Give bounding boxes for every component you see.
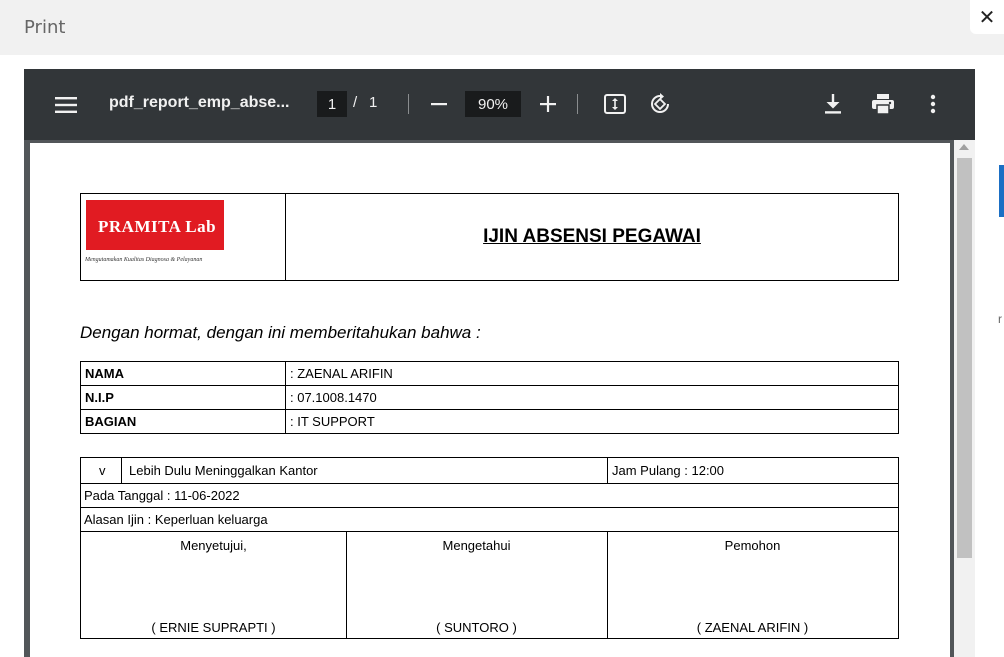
jam-pulang: Jam Pulang : 12:00 [612, 463, 725, 478]
alasan-ijin: Alasan Ijin : Keperluan keluarga [84, 512, 268, 527]
signature-role: Menyetujui, [180, 538, 247, 553]
row-divider [81, 531, 898, 532]
background-strip [975, 55, 1004, 657]
toolbar-divider [577, 94, 578, 114]
toolbar-divider [408, 94, 409, 114]
background-text: r [998, 312, 1002, 326]
table-row: BAGIAN : IT SUPPORT [80, 409, 899, 434]
signature-name: ( SUNTORO ) [436, 620, 517, 635]
more-vert-icon [930, 94, 936, 114]
check-mark: v [99, 463, 106, 478]
leave-type: Lebih Dulu Meninggalkan Kantor [129, 463, 318, 478]
row-divider [81, 507, 898, 508]
fit-page-button[interactable] [602, 91, 628, 117]
employee-info-table: NAMA : ZAENAL ARIFIN N.I.P : 07.1008.147… [80, 361, 899, 434]
pdf-toolbar: pdf_report_emp_abse... 1 / 1 90% [24, 69, 975, 140]
download-icon [825, 94, 841, 114]
plus-icon [540, 96, 556, 112]
info-value: : ZAENAL ARIFIN [285, 361, 899, 386]
info-value: : 07.1008.1470 [285, 385, 899, 410]
close-button[interactable]: ✕ [970, 0, 1004, 34]
pada-tanggal: Pada Tanggal : 11-06-2022 [84, 488, 240, 503]
document-title: IJIN ABSENSI PEGAWAI [483, 226, 701, 247]
signature-role: Pemohon [724, 538, 781, 553]
logo-text: PRAMITA Lab [98, 217, 217, 236]
info-label: NAMA [80, 361, 286, 386]
print-icon [872, 94, 894, 114]
print-dialog-header: Print [0, 0, 1004, 55]
background-accent [999, 165, 1004, 217]
close-icon: ✕ [978, 6, 996, 29]
signature-name: ( ERNIE SUPRAPTI ) [151, 620, 276, 635]
pdf-viewer: pdf_report_emp_abse... 1 / 1 90% PRAMITA… [24, 69, 975, 657]
signature-name: ( ZAENAL ARIFIN ) [696, 620, 809, 635]
row-divider [81, 483, 898, 484]
document-header: PRAMITA Lab Mengutamakan Kualitas Diagno… [80, 193, 899, 281]
document-name: pdf_report_emp_abse... [109, 94, 290, 111]
company-logo: PRAMITA Lab [86, 200, 224, 250]
cell-divider [607, 458, 608, 483]
zoom-in-button[interactable] [535, 91, 561, 117]
menu-icon [55, 97, 77, 113]
scroll-up-icon[interactable] [959, 144, 969, 150]
info-label: N.I.P [80, 385, 286, 410]
signature-role: Mengetahui [442, 538, 511, 553]
zoom-level-input[interactable]: 90% [465, 91, 521, 117]
rotate-icon [651, 93, 669, 113]
leave-detail-box: v Lebih Dulu Meninggalkan Kantor Jam Pul… [80, 457, 899, 639]
cell-divider [121, 458, 122, 483]
table-row: NAMA : ZAENAL ARIFIN [80, 361, 899, 386]
info-label: BAGIAN [80, 409, 286, 434]
minus-icon [431, 103, 447, 106]
zoom-out-button[interactable] [426, 91, 452, 117]
print-button[interactable] [869, 91, 897, 117]
vertical-scrollbar[interactable] [954, 140, 975, 657]
logo-tagline: Mengutamakan Kualitas Diagnosa & Pelayan… [85, 257, 203, 263]
info-value: : IT SUPPORT [285, 409, 899, 434]
download-button[interactable] [820, 91, 846, 117]
fit-page-icon [604, 94, 626, 114]
rotate-button[interactable] [646, 90, 674, 118]
table-row: N.I.P : 07.1008.1470 [80, 385, 899, 410]
scroll-thumb[interactable] [957, 158, 972, 558]
greeting-text: Dengan hormat, dengan ini memberitahukan… [80, 323, 481, 342]
dialog-title: Print [24, 17, 66, 38]
page-separator: / [353, 94, 358, 111]
page-total: 1 [369, 94, 378, 111]
page-number-input[interactable]: 1 [317, 91, 347, 117]
pdf-page: PRAMITA Lab Mengutamakan Kualitas Diagno… [30, 143, 950, 657]
menu-button[interactable] [52, 91, 80, 119]
more-actions-button[interactable] [921, 91, 945, 117]
